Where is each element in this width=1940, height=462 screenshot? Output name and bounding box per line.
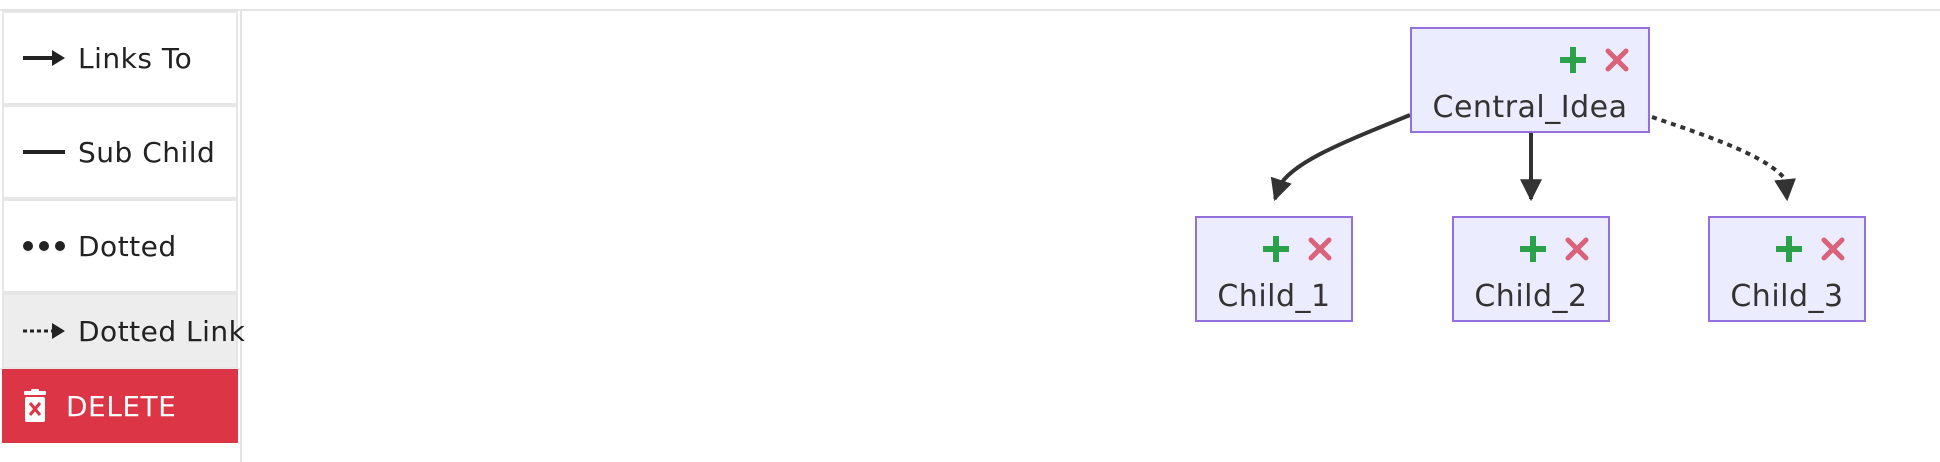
edge-central-child3[interactable] xyxy=(1651,115,1796,202)
tool-sub-child[interactable]: Sub Child xyxy=(2,105,238,199)
solid-line-icon xyxy=(22,142,66,162)
add-child-button[interactable] xyxy=(1556,43,1590,77)
node-label: Child_2 xyxy=(1474,279,1588,314)
add-child-button[interactable] xyxy=(1772,232,1806,266)
close-icon xyxy=(1565,237,1589,261)
remove-node-button[interactable] xyxy=(1303,232,1337,266)
trash-icon xyxy=(22,389,48,422)
plus-icon xyxy=(1776,236,1802,262)
delete-button[interactable]: DELETE xyxy=(2,369,238,443)
node-label: Child_1 xyxy=(1217,279,1331,314)
node-child-2[interactable]: Child_2 xyxy=(1452,216,1610,322)
plus-icon xyxy=(1560,47,1586,73)
node-controls xyxy=(1516,232,1594,266)
plus-icon xyxy=(1520,236,1546,262)
tool-label: Dotted Link xyxy=(78,314,246,348)
mindmap-editor: Links To Sub Child Dotted Dotted Link DE… xyxy=(0,0,1940,462)
edge-layer xyxy=(1270,113,1796,202)
node-label: Central_Idea xyxy=(1432,90,1628,125)
close-icon xyxy=(1821,237,1845,261)
node-label: Child_3 xyxy=(1730,279,1844,314)
tool-dotted[interactable]: Dotted xyxy=(2,199,238,293)
diagram-canvas[interactable]: Central_Idea Child_1 Child_2 Child_3 xyxy=(242,11,1940,462)
remove-node-button[interactable] xyxy=(1816,232,1850,266)
dots-icon xyxy=(22,236,66,256)
arrow-right-icon xyxy=(22,48,66,68)
top-divider xyxy=(0,0,1940,11)
add-child-button[interactable] xyxy=(1516,232,1550,266)
tool-label: Sub Child xyxy=(78,135,216,169)
tool-palette: Links To Sub Child Dotted Dotted Link DE… xyxy=(0,11,245,462)
node-child-3[interactable]: Child_3 xyxy=(1708,216,1866,322)
node-controls xyxy=(1259,232,1337,266)
close-icon xyxy=(1605,48,1629,72)
remove-node-button[interactable] xyxy=(1600,43,1634,77)
dotted-arrow-icon xyxy=(22,321,66,341)
close-icon xyxy=(1308,237,1332,261)
add-child-button[interactable] xyxy=(1259,232,1293,266)
node-central-idea[interactable]: Central_Idea xyxy=(1410,27,1650,133)
edge-central-child1[interactable] xyxy=(1270,113,1411,202)
tool-links-to[interactable]: Links To xyxy=(2,11,238,105)
tool-dotted-link[interactable]: Dotted Link xyxy=(2,293,245,369)
delete-label: DELETE xyxy=(66,389,177,423)
tool-label: Links To xyxy=(78,41,193,75)
node-controls xyxy=(1556,43,1634,77)
remove-node-button[interactable] xyxy=(1560,232,1594,266)
node-child-1[interactable]: Child_1 xyxy=(1195,216,1353,322)
node-controls xyxy=(1772,232,1850,266)
tool-label: Dotted xyxy=(78,229,177,263)
plus-icon xyxy=(1263,236,1289,262)
